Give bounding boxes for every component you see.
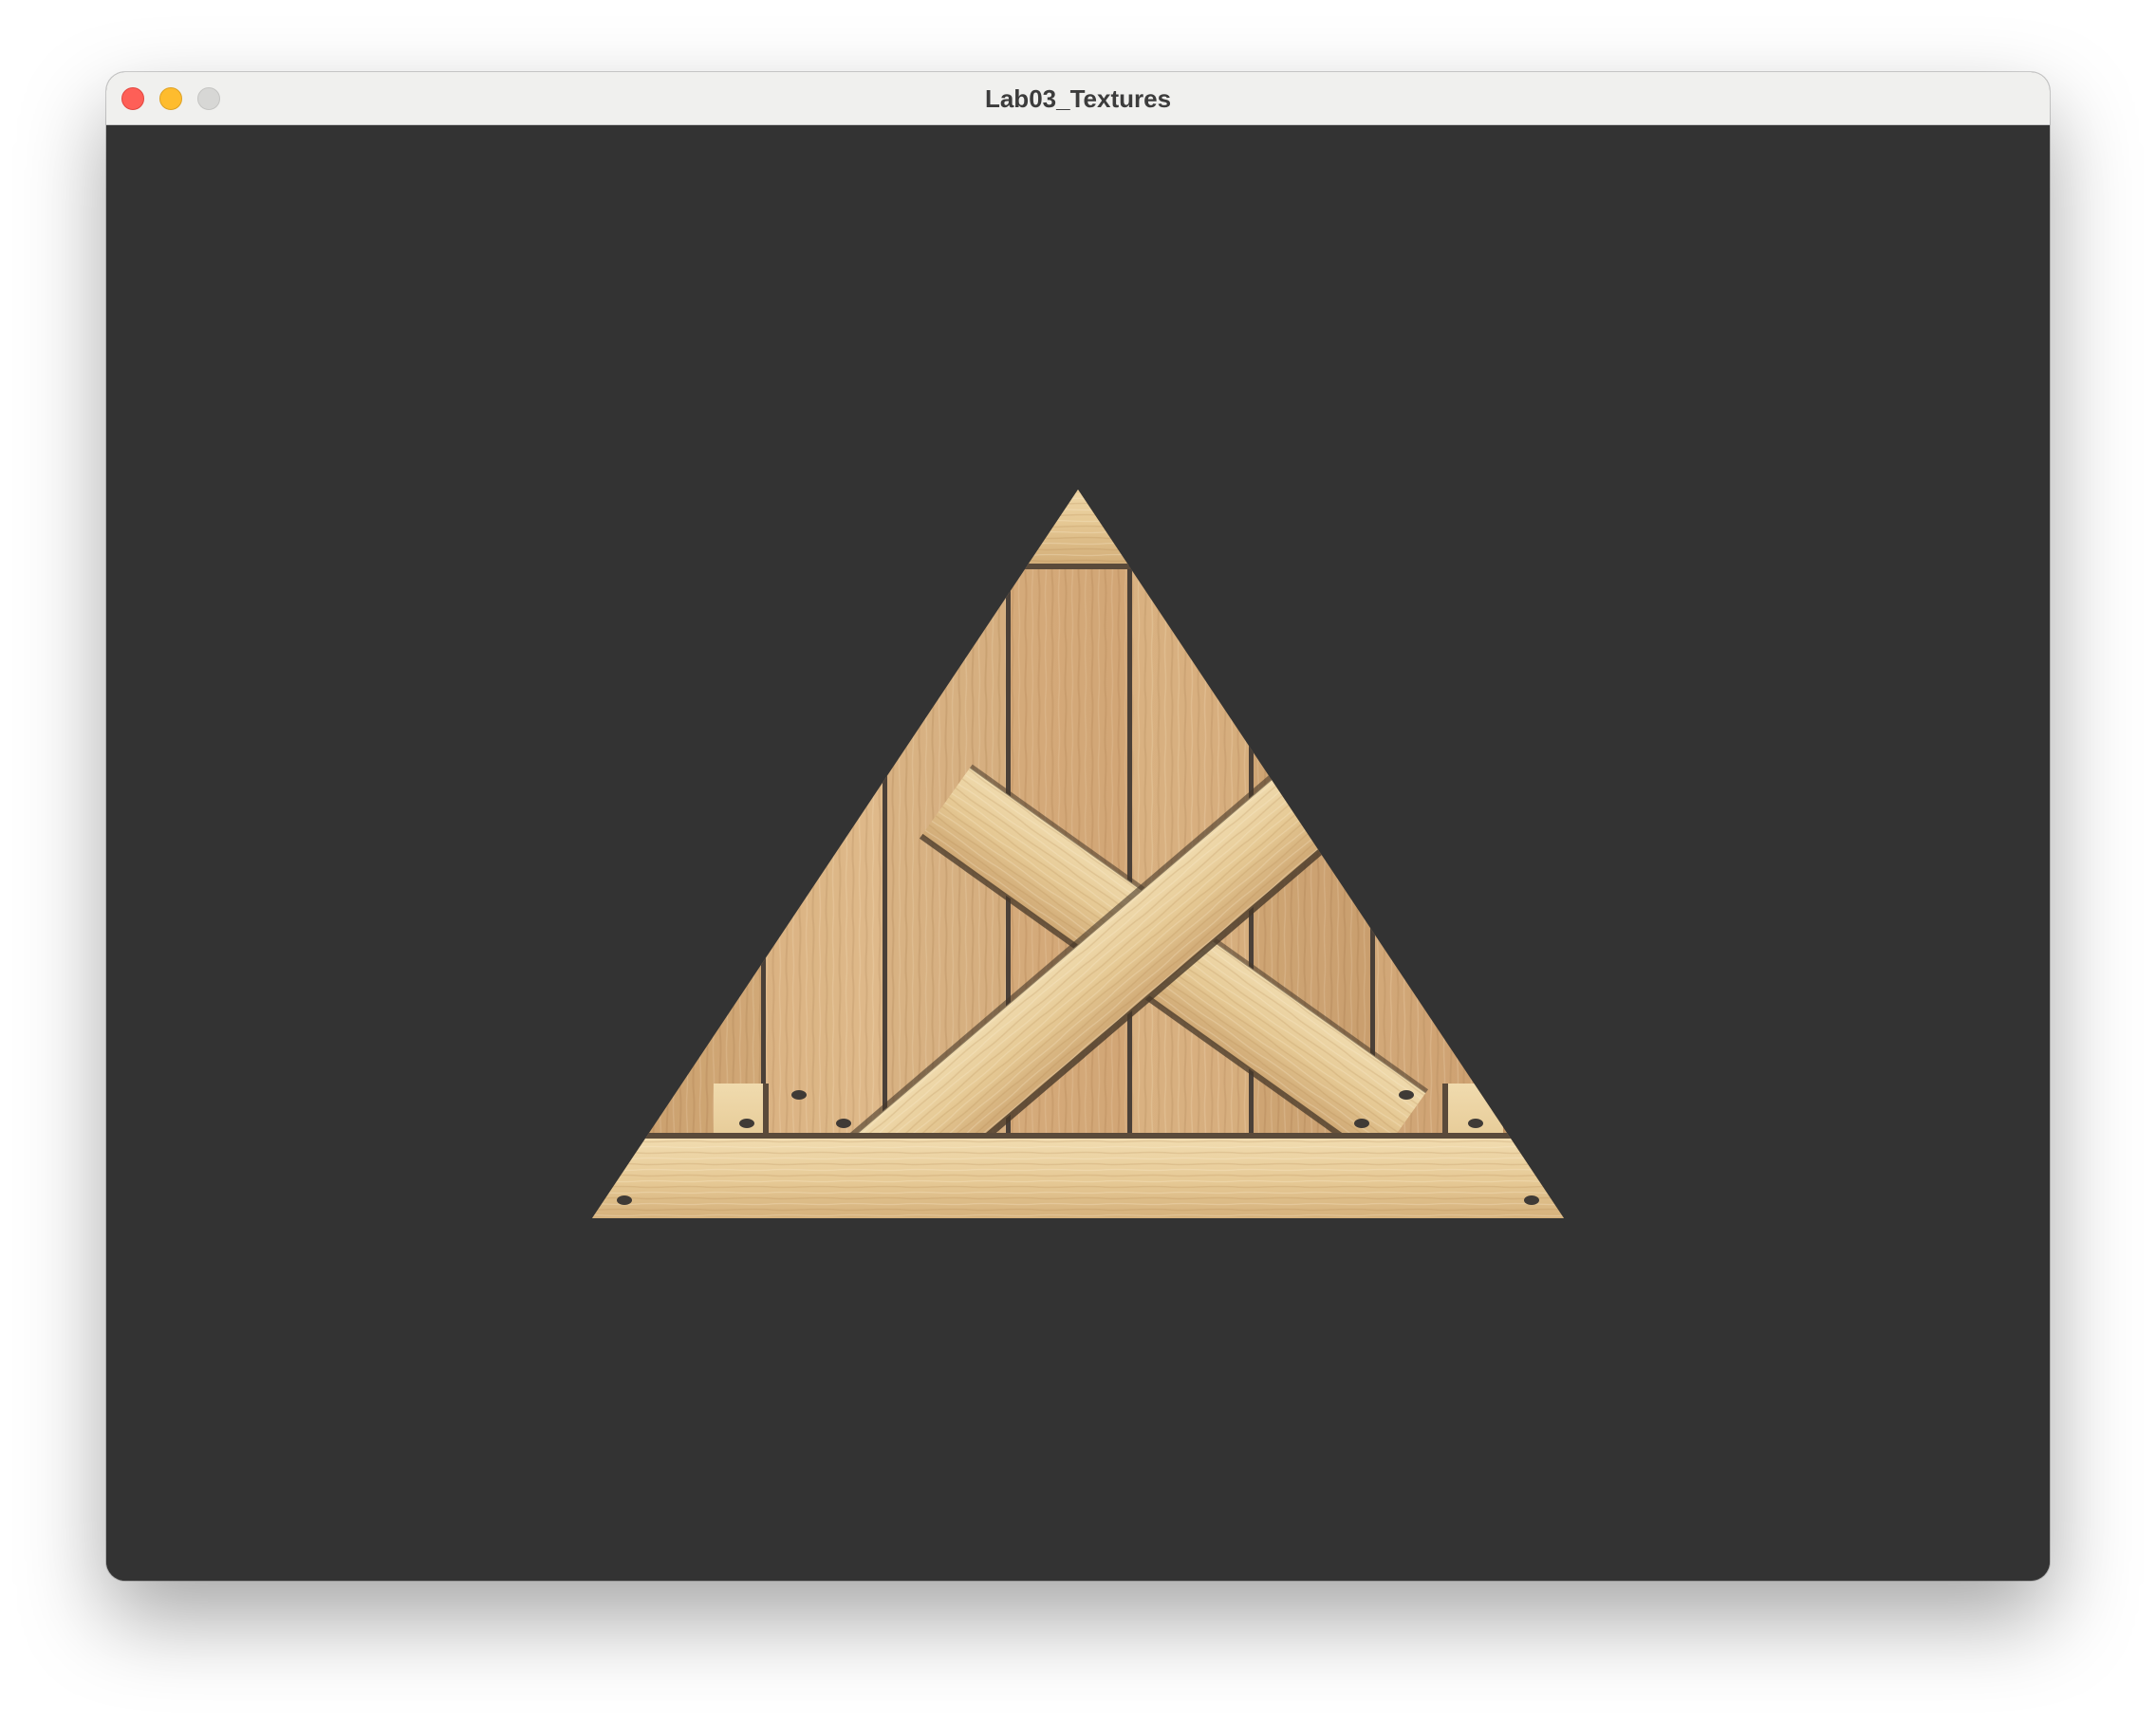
window-title: Lab03_Textures <box>984 84 1172 113</box>
top-board <box>592 490 1564 569</box>
textured-triangle <box>592 490 1564 1218</box>
render-viewport[interactable] <box>106 125 2050 1581</box>
app-window: Lab03_Textures <box>106 72 2050 1581</box>
crate-texture <box>592 490 1564 1218</box>
title-bar[interactable]: Lab03_Textures <box>106 72 2050 125</box>
bottom-board <box>592 1133 1564 1218</box>
